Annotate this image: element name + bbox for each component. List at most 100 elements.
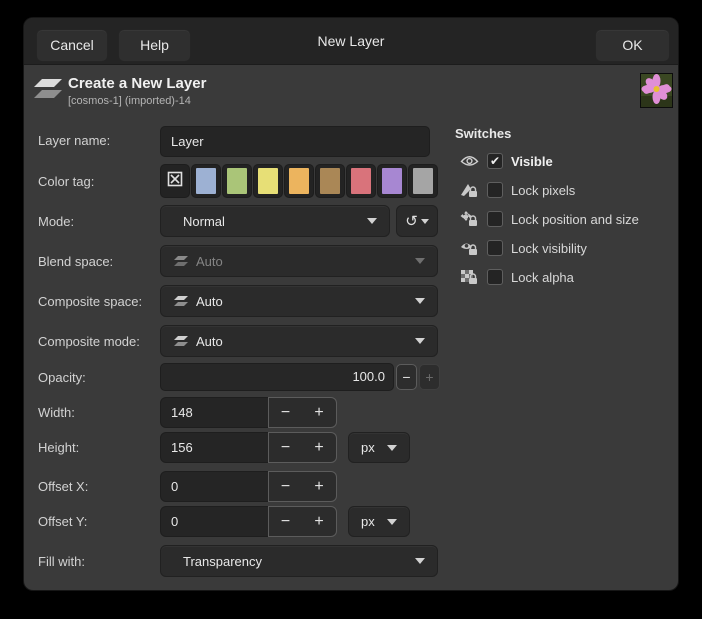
color-tag-gray-button[interactable] — [408, 164, 438, 198]
layer-name-label: Layer name: — [38, 133, 110, 148]
blend-space-value: Auto — [196, 254, 407, 269]
width-decrease-button[interactable]: − — [268, 397, 303, 428]
chevron-down-icon — [421, 219, 429, 224]
offset-y-increase-button[interactable]: + — [302, 506, 337, 537]
offset-y-label: Offset Y: — [38, 514, 87, 529]
chevron-down-icon — [415, 338, 425, 344]
layer-name-input[interactable] — [160, 126, 430, 157]
offset-unit-dropdown[interactable]: px — [348, 506, 410, 537]
height-label: Height: — [38, 440, 79, 455]
orange-swatch — [289, 168, 309, 194]
offset-y-decrease-button[interactable]: − — [268, 506, 303, 537]
height-input[interactable] — [160, 432, 269, 463]
offset-x-increase-button[interactable]: + — [302, 471, 337, 502]
switch-row-lock-position: Lock position and size — [458, 210, 639, 228]
layer-mini-icon — [173, 255, 189, 268]
layer-thumbnail — [640, 73, 673, 108]
lock-visibility-label: Lock visibility — [511, 241, 587, 256]
color-tag-brown-button[interactable] — [315, 164, 345, 198]
lock-position-label: Lock position and size — [511, 212, 639, 227]
new-layer-dialog: Cancel Help New Layer OK Create a New La… — [24, 18, 678, 590]
mode-label: Mode: — [38, 214, 74, 229]
offset-x-decrease-button[interactable]: − — [268, 471, 303, 502]
yellow-swatch — [258, 168, 278, 194]
chevron-down-icon — [415, 258, 425, 264]
lock-visibility-checkbox[interactable] — [487, 240, 503, 256]
mode-value: Normal — [183, 214, 359, 229]
size-unit-value: px — [361, 440, 379, 455]
mode-dropdown[interactable]: Normal — [160, 205, 390, 237]
switches-header: Switches — [455, 126, 511, 141]
switch-row-lock-alpha: Lock alpha — [458, 268, 574, 286]
red-swatch — [351, 168, 371, 194]
width-increase-button[interactable]: + — [302, 397, 337, 428]
layer-mini-icon — [173, 295, 189, 308]
composite-space-label: Composite space: — [38, 294, 142, 309]
header-title: Create a New Layer — [68, 75, 206, 92]
brush-lock-icon — [458, 182, 480, 198]
switch-row-lock-pixels: Lock pixels — [458, 181, 575, 199]
brown-swatch — [320, 168, 340, 194]
dialog-title: New Layer — [24, 18, 678, 65]
color-tag-blue-button[interactable] — [191, 164, 221, 198]
color-tag-yellow-button[interactable] — [253, 164, 283, 198]
green-swatch — [227, 168, 247, 194]
no-tag-icon — [167, 171, 183, 192]
opacity-label: Opacity: — [38, 370, 86, 385]
opacity-decrease-button[interactable]: − — [396, 364, 417, 390]
layer-mini-icon — [173, 335, 189, 348]
layer-stack-icon — [32, 76, 64, 107]
chevron-down-icon — [387, 519, 397, 525]
height-increase-button[interactable]: + — [302, 432, 337, 463]
chevron-down-icon — [367, 218, 377, 224]
chevron-down-icon — [415, 298, 425, 304]
composite-mode-value: Auto — [196, 334, 407, 349]
color-tag-swatches — [160, 164, 438, 198]
blend-space-dropdown: Auto — [160, 245, 438, 277]
opacity-slider[interactable]: 100.0 — [160, 363, 394, 391]
fill-with-dropdown[interactable]: Transparency — [160, 545, 438, 577]
ok-button[interactable]: OK — [595, 29, 670, 62]
blend-space-label: Blend space: — [38, 254, 113, 269]
color-tag-label: Color tag: — [38, 174, 94, 189]
alpha-lock-icon — [458, 269, 480, 285]
offset-unit-value: px — [361, 514, 379, 529]
color-tag-none-button[interactable] — [160, 164, 190, 198]
visible-checkbox[interactable]: ✔ — [487, 153, 503, 169]
blue-swatch — [196, 168, 216, 194]
fill-with-value: Transparency — [183, 554, 407, 569]
visible-label: Visible — [511, 154, 553, 169]
composite-space-value: Auto — [196, 294, 407, 309]
composite-space-dropdown[interactable]: Auto — [160, 285, 438, 317]
width-input[interactable] — [160, 397, 269, 428]
chevron-down-icon — [415, 558, 425, 564]
color-tag-orange-button[interactable] — [284, 164, 314, 198]
switch-row-lock-visibility: Lock visibility — [458, 239, 587, 257]
color-tag-violet-button[interactable] — [377, 164, 407, 198]
color-tag-red-button[interactable] — [346, 164, 376, 198]
eye-icon — [458, 155, 480, 168]
lock-position-checkbox[interactable] — [487, 211, 503, 227]
reset-icon: ↺ — [405, 214, 418, 229]
violet-swatch — [382, 168, 402, 194]
composite-mode-dropdown[interactable]: Auto — [160, 325, 438, 357]
chevron-down-icon — [387, 445, 397, 451]
color-tag-green-button[interactable] — [222, 164, 252, 198]
mode-group-reset-button[interactable]: ↺ — [396, 205, 438, 237]
offset-x-input[interactable] — [160, 471, 269, 502]
width-label: Width: — [38, 405, 75, 420]
gray-swatch — [413, 168, 433, 194]
lock-pixels-checkbox[interactable] — [487, 182, 503, 198]
lock-alpha-label: Lock alpha — [511, 270, 574, 285]
offset-y-input[interactable] — [160, 506, 269, 537]
fill-with-label: Fill with: — [38, 554, 85, 569]
opacity-increase-button: + — [419, 364, 440, 390]
offset-x-label: Offset X: — [38, 479, 88, 494]
eye-lock-icon — [458, 240, 480, 256]
header-subtitle: [cosmos-1] (imported)-14 — [68, 95, 191, 107]
move-lock-icon — [458, 211, 480, 227]
height-decrease-button[interactable]: − — [268, 432, 303, 463]
size-unit-dropdown[interactable]: px — [348, 432, 410, 463]
lock-alpha-checkbox[interactable] — [487, 269, 503, 285]
composite-mode-label: Composite mode: — [38, 334, 140, 349]
